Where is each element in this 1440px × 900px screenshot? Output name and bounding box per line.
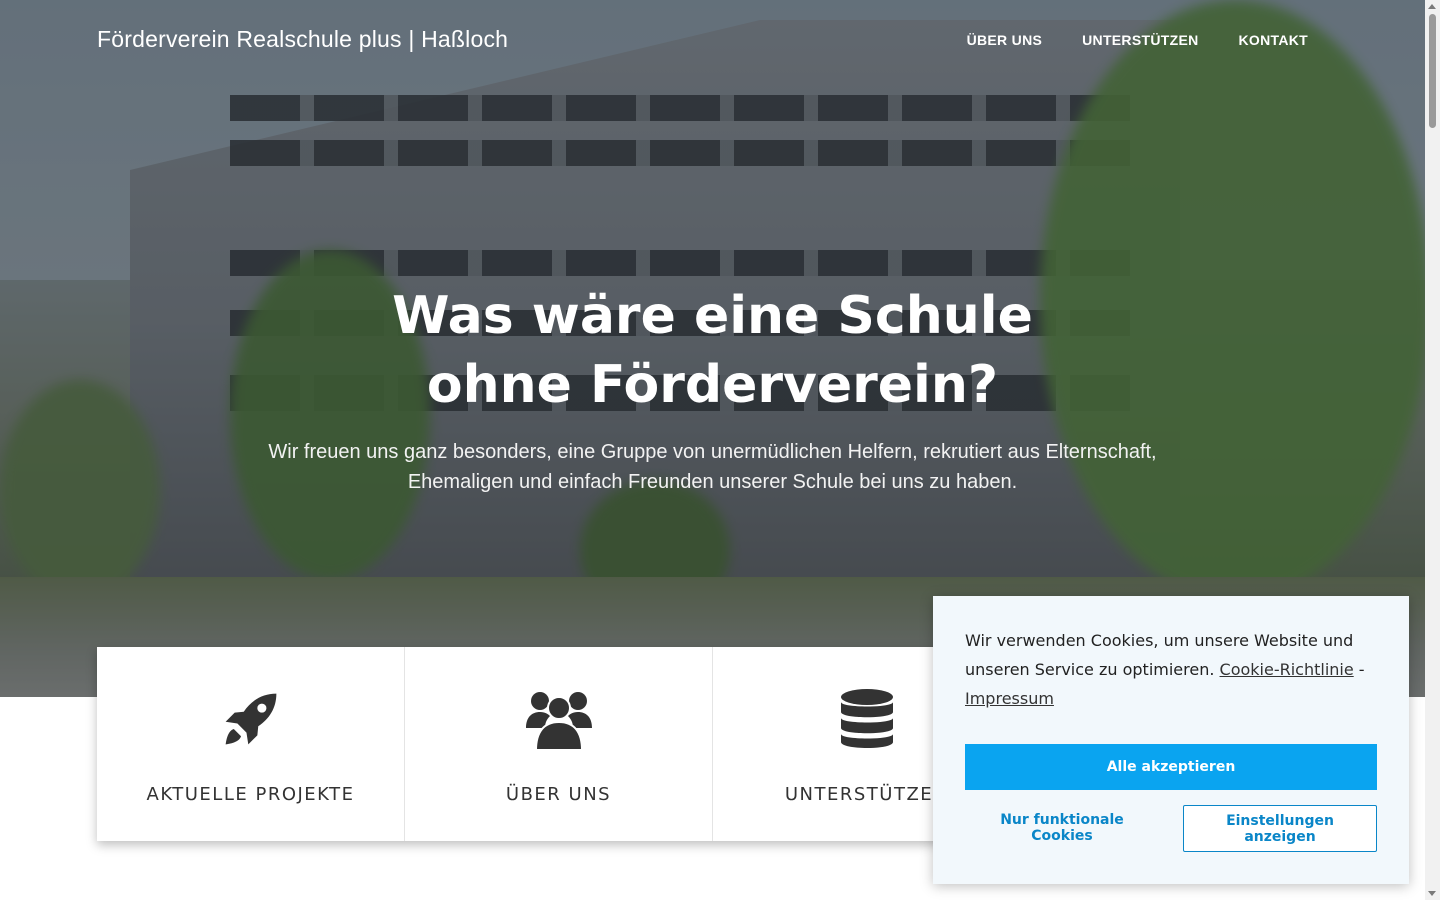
scroll-up-arrow-icon[interactable]: [1428, 4, 1436, 9]
cookie-banner: Wir verwenden Cookies, um unsere Website…: [933, 596, 1409, 884]
show-settings-button[interactable]: Einstellungen anzeigen: [1183, 805, 1377, 852]
hero-subtext-line-1: Wir freuen uns ganz besonders, eine Grup…: [268, 441, 1157, 463]
navbar: Förderverein Realschule plus | Haßloch Ü…: [0, 0, 1425, 82]
nav-links: ÜBER UNS UNTERSTÜTZEN KONTAKT: [967, 32, 1308, 48]
feature-label-unterstuetzen: UNTERSTÜTZEN: [784, 784, 949, 805]
hero-headline-line-2: ohne Förderverein?: [426, 355, 999, 415]
functional-cookies-button[interactable]: Nur funktionale Cookies: [965, 805, 1159, 851]
brand-link[interactable]: Förderverein Realschule plus | Haßloch: [97, 26, 508, 53]
feature-label-projekte: AKTUELLE PROJEKTE: [146, 784, 355, 805]
feature-card-ueber-uns[interactable]: ÜBER UNS: [405, 647, 713, 841]
imprint-link[interactable]: Impressum: [965, 689, 1054, 708]
hero-subtext-line-2: Ehemaligen und einfach Freunden unserer …: [407, 471, 1018, 493]
database-icon: [832, 687, 902, 751]
cookie-separator: -: [1358, 660, 1365, 679]
nav-item-unterstuetzen[interactable]: UNTERSTÜTZEN: [1082, 32, 1198, 48]
nav-item-kontakt[interactable]: KONTAKT: [1239, 32, 1309, 48]
feature-card-projekte[interactable]: AKTUELLE PROJEKTE: [97, 647, 405, 841]
hero-headline-line-1: Was wäre eine Schule: [392, 286, 1033, 346]
scrollbar-thumb[interactable]: [1429, 14, 1436, 128]
users-icon: [524, 687, 594, 751]
cookie-policy-link[interactable]: Cookie-Richtlinie: [1220, 660, 1354, 679]
hero-subtext: Wir freuen uns ganz besonders, eine Grup…: [240, 437, 1185, 497]
accept-all-button[interactable]: Alle akzeptieren: [965, 744, 1377, 790]
scroll-down-arrow-icon[interactable]: [1428, 891, 1436, 896]
page-scrollbar[interactable]: [1425, 0, 1440, 900]
rocket-icon: [216, 687, 286, 751]
cookie-message: Wir verwenden Cookies, um unsere Website…: [965, 626, 1377, 713]
nav-item-ueber-uns[interactable]: ÜBER UNS: [967, 32, 1043, 48]
feature-label-ueber-uns: ÜBER UNS: [505, 784, 612, 805]
hero-headline: Was wäre eine Schule ohne Förderverein?: [0, 282, 1425, 420]
